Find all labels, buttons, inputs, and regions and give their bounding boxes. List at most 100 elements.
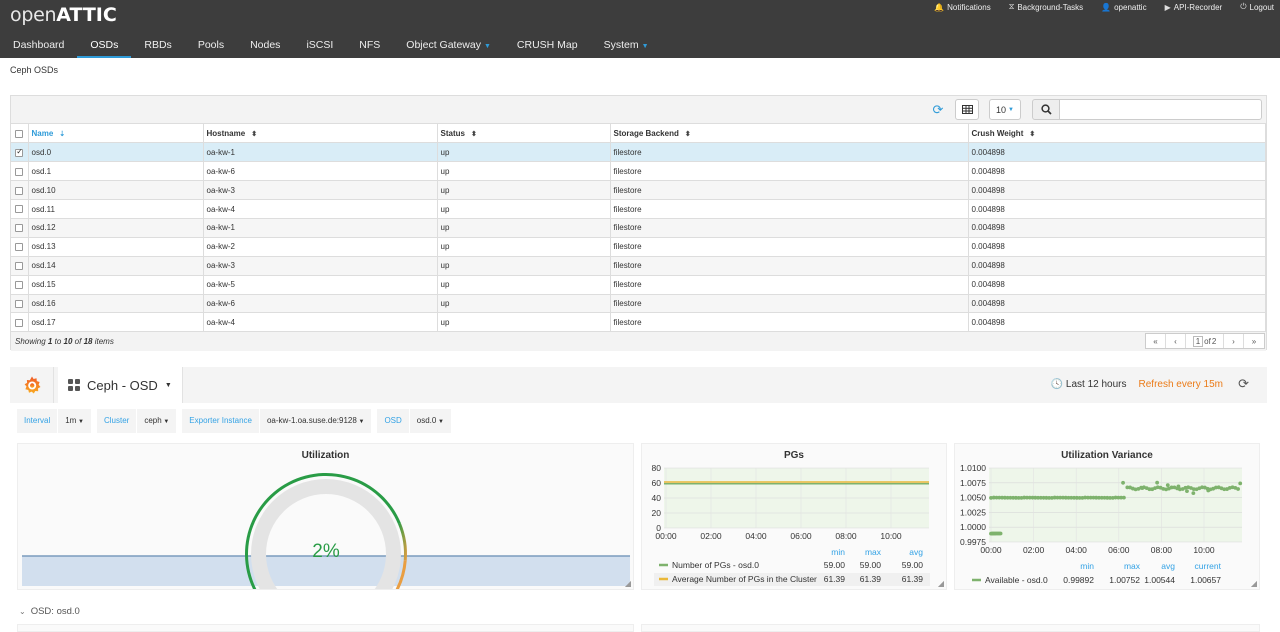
time-picker[interactable]: 🕓 Last 12 hours Refresh every 15m (1051, 379, 1223, 390)
row-checkbox-cell[interactable] (11, 275, 29, 295)
table-row[interactable]: osd.14 oa-kw-3 up filestore 0.004898 (11, 256, 1266, 276)
row-checkbox-cell[interactable] (11, 161, 29, 182)
util-background-tasks[interactable]: ⧖ Background-Tasks (1009, 2, 1083, 12)
row-checkbox-cell[interactable] (11, 312, 29, 333)
legend-header-avg[interactable]: avg (909, 547, 923, 557)
util-notifications[interactable]: 🔔 Notifications (934, 2, 991, 12)
select-all-checkbox[interactable] (15, 129, 24, 138)
nav-rbds[interactable]: RBDs (131, 34, 184, 58)
table-row[interactable]: osd.17 oa-kw-4 up filestore 0.004898 (11, 312, 1266, 333)
table-row[interactable]: osd.15 oa-kw-5 up filestore 0.004898 (11, 275, 1266, 295)
grafana-logo[interactable] (10, 367, 54, 403)
row-checkbox-cell[interactable] (11, 180, 29, 201)
first-page-button[interactable]: « (1146, 334, 1166, 349)
row-checkbox[interactable] (15, 262, 24, 271)
nav-pools[interactable]: Pools (185, 34, 237, 58)
row-checkbox-cell[interactable] (11, 294, 29, 314)
table-row[interactable]: osd.0oa-kw-1upfilestore0.004898 (11, 142, 1266, 163)
table-row[interactable]: osd.16 oa-kw-6 up filestore 0.004898 (11, 294, 1266, 314)
cell-name[interactable]: osd.17 (28, 312, 204, 333)
row-checkbox[interactable] (15, 205, 24, 214)
util-api-recorder[interactable]: ▶ API-Recorder (1165, 2, 1223, 12)
variable-label[interactable]: Cluster (96, 409, 138, 433)
variable-select[interactable]: 1m ▼ (58, 409, 91, 433)
row-checkbox-cell[interactable] (11, 142, 29, 163)
row-checkbox[interactable] (15, 318, 24, 327)
nav-system[interactable]: System ▼ (591, 34, 662, 58)
column-toggle-button[interactable] (955, 99, 979, 120)
column-header-name[interactable]: Name ⇣ (28, 124, 204, 144)
table-row[interactable]: osd.10 oa-kw-3 up filestore 0.004898 (11, 180, 1266, 201)
column-header-hostname[interactable]: Hostname ⬍ (203, 124, 438, 144)
page-size-select[interactable]: 10 ▼ (989, 99, 1021, 120)
nav-crush-map[interactable]: CRUSH Map (504, 34, 591, 58)
cell-name[interactable]: osd.1 (28, 161, 204, 182)
cell-name[interactable]: osd.12 (28, 218, 204, 238)
row-checkbox-cell[interactable] (11, 256, 29, 276)
nav-nodes[interactable]: Nodes (237, 34, 293, 58)
dashboard-picker[interactable]: Ceph - OSD ▼ (58, 367, 183, 403)
column-header-crush-weight[interactable]: Crush Weight ⬍ (968, 124, 1266, 144)
row-checkbox[interactable] (15, 243, 24, 252)
select-all-checkbox-cell[interactable] (11, 124, 29, 144)
next-page-button[interactable]: › (1224, 334, 1244, 349)
table-row[interactable]: osd.11 oa-kw-4 up filestore 0.004898 (11, 199, 1266, 219)
cell-name[interactable]: osd.13 (28, 237, 204, 257)
table-row[interactable]: osd.1 oa-kw-6 up filestore 0.004898 (11, 161, 1266, 182)
variable-select[interactable]: osd.0 ▼ (409, 409, 451, 433)
refresh-interval[interactable]: Refresh every 15m (1139, 379, 1223, 390)
table-row[interactable]: osd.12 oa-kw-1 up filestore 0.004898 (11, 218, 1266, 238)
panel-resize-handle[interactable]: ◢ (625, 579, 631, 588)
legend-header-max[interactable]: max (1124, 561, 1141, 571)
legend-label[interactable]: Number of PGs - osd.0 (672, 560, 759, 570)
variable-label[interactable]: Interval (17, 409, 59, 433)
cell-name[interactable]: osd.0 (28, 142, 204, 163)
legend-label[interactable]: Available - osd.0 (985, 575, 1048, 585)
column-header-status[interactable]: Status ⬍ (437, 124, 611, 144)
row-checkbox[interactable] (15, 280, 24, 289)
row-checkbox[interactable] (15, 186, 24, 195)
variable-select[interactable]: oa-kw-1.oa.suse.de:9128 ▼ (259, 409, 372, 433)
dashboard-refresh-button[interactable]: ⟳ (1238, 376, 1249, 392)
util-logout[interactable]: ⏻ Logout (1240, 2, 1274, 12)
legend-header-min[interactable]: min (1080, 561, 1094, 571)
search-button[interactable] (1032, 99, 1060, 120)
prev-page-button[interactable]: ‹ (1166, 334, 1186, 349)
variable-label[interactable]: Exporter Instance (182, 409, 260, 433)
row-checkbox[interactable] (15, 224, 24, 233)
row-checkbox-cell[interactable] (11, 218, 29, 238)
nav-object-gateway[interactable]: Object Gateway ▼ (393, 34, 504, 58)
table-row[interactable]: osd.13 oa-kw-2 up filestore 0.004898 (11, 237, 1266, 257)
row-checkbox-cell[interactable] (11, 237, 29, 257)
panel-resize-handle[interactable]: ◢ (938, 579, 944, 588)
nav-osds[interactable]: OSDs (77, 34, 132, 58)
util-openattic[interactable]: 👤 openattic (1101, 2, 1146, 12)
last-page-button[interactable]: » (1244, 334, 1264, 348)
legend-header-current[interactable]: current (1195, 561, 1222, 571)
legend-header-avg[interactable]: avg (1161, 561, 1175, 571)
legend-label[interactable]: Average Number of PGs in the Cluster (672, 574, 817, 584)
cell-name[interactable]: osd.16 (28, 294, 204, 314)
column-header-storage-backend[interactable]: Storage Backend ⬍ (610, 124, 969, 144)
cell-name[interactable]: osd.10 (28, 180, 204, 201)
openattic-logo[interactable]: openATTIC (10, 4, 117, 26)
search-input[interactable] (1059, 99, 1262, 120)
variable-select[interactable]: ceph ▼ (137, 409, 177, 433)
row-checkbox[interactable] (15, 147, 24, 157)
page-input[interactable]: 1 (1192, 335, 1204, 347)
cell-name[interactable]: osd.14 (28, 256, 204, 276)
row-checkbox-cell[interactable] (11, 199, 29, 219)
variable-label[interactable]: OSD (377, 409, 410, 433)
panel-resize-handle[interactable]: ◢ (1251, 579, 1257, 588)
time-range[interactable]: 🕓 Last 12 hours (1051, 379, 1127, 390)
row-checkbox[interactable] (15, 167, 24, 176)
cell-name[interactable]: osd.15 (28, 275, 204, 295)
dashboard-row-toggle[interactable]: ⌄ OSD: osd.0 (19, 606, 80, 617)
row-checkbox[interactable] (15, 299, 24, 308)
cell-name[interactable]: osd.11 (28, 199, 204, 219)
legend-header-min[interactable]: min (831, 547, 845, 557)
nav-nfs[interactable]: NFS (346, 34, 393, 58)
refresh-button[interactable]: ⟳ (927, 99, 949, 120)
nav-iscsi[interactable]: iSCSI (293, 34, 346, 58)
legend-header-max[interactable]: max (865, 547, 882, 557)
